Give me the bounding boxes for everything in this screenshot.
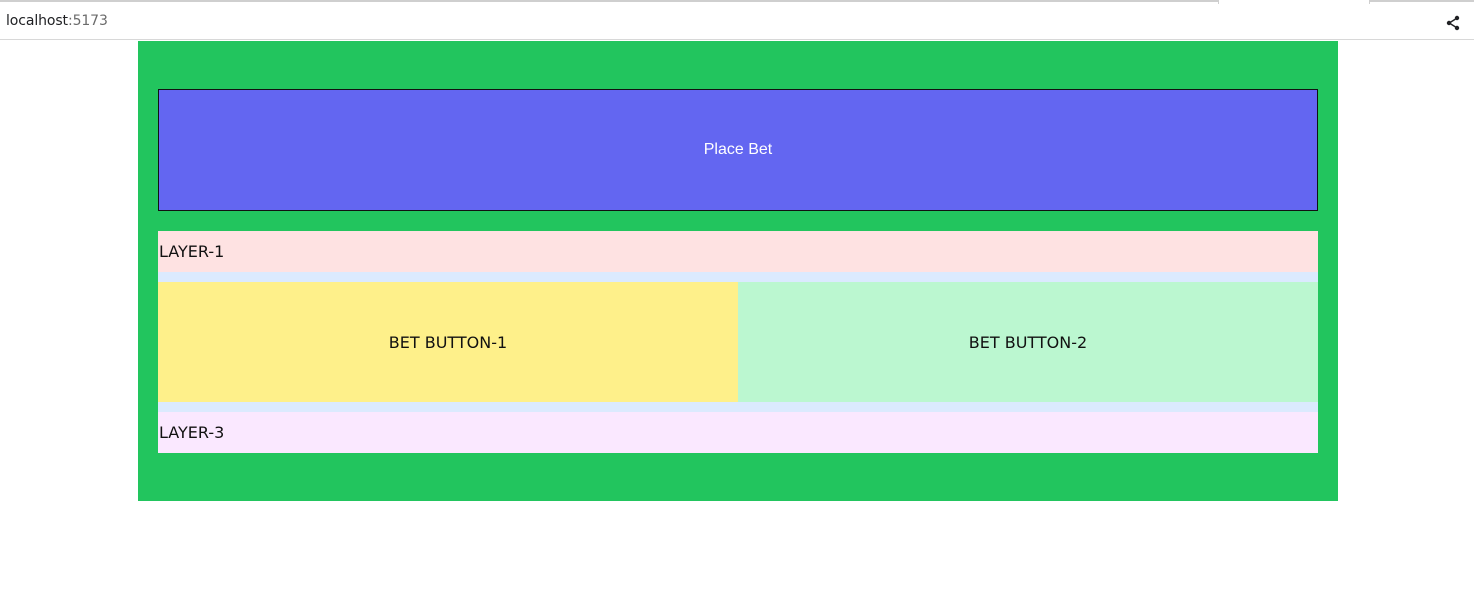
- url-port: :5173: [67, 13, 108, 29]
- share-icon: [1446, 15, 1460, 31]
- web-page-content: Place Bet LAYER-1 BET BUTTON-1 BET BUTTO…: [0, 40, 1474, 615]
- bet-button-2[interactable]: BET BUTTON-2: [738, 282, 1318, 402]
- bet-button-1[interactable]: BET BUTTON-1: [158, 282, 738, 402]
- share-button[interactable]: [1442, 12, 1464, 34]
- bet-buttons-row: BET BUTTON-1 BET BUTTON-2: [158, 282, 1318, 402]
- url-host: localhost: [6, 13, 68, 29]
- layer-1: LAYER-1: [158, 231, 1318, 272]
- url-display[interactable]: localhost:5173: [6, 13, 108, 29]
- place-bet-button[interactable]: Place Bet: [158, 89, 1318, 211]
- browser-address-bar: localhost:5173: [0, 0, 1474, 40]
- betting-panel: Place Bet LAYER-1 BET BUTTON-1 BET BUTTO…: [138, 41, 1338, 501]
- layer-3: LAYER-3: [158, 412, 1318, 453]
- active-tab-edge: [1218, 0, 1370, 4]
- layers-stack: LAYER-1 BET BUTTON-1 BET BUTTON-2 LAYER-…: [158, 231, 1318, 453]
